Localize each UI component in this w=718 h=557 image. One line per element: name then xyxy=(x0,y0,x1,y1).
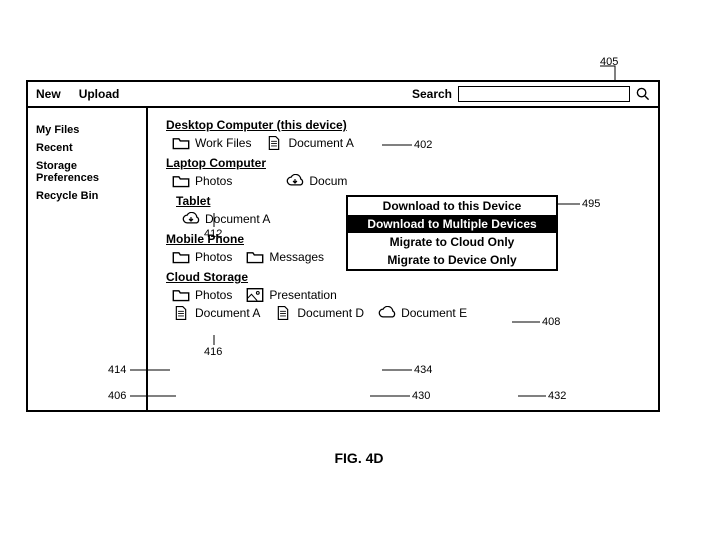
ref-412: 412 xyxy=(204,228,222,240)
ref-406: 406 xyxy=(108,390,126,402)
ref-414: 414 xyxy=(108,364,126,376)
ref-402: 402 xyxy=(414,139,432,151)
ref-408: 408 xyxy=(542,316,560,328)
ref-405: 405 xyxy=(600,56,618,68)
figure-label: FIG. 4D xyxy=(0,450,718,466)
ref-434: 434 xyxy=(414,364,432,376)
ref-495: 495 xyxy=(582,198,600,210)
ref-416: 416 xyxy=(204,346,222,358)
ref-432: 432 xyxy=(548,390,566,402)
ref-430: 430 xyxy=(412,390,430,402)
